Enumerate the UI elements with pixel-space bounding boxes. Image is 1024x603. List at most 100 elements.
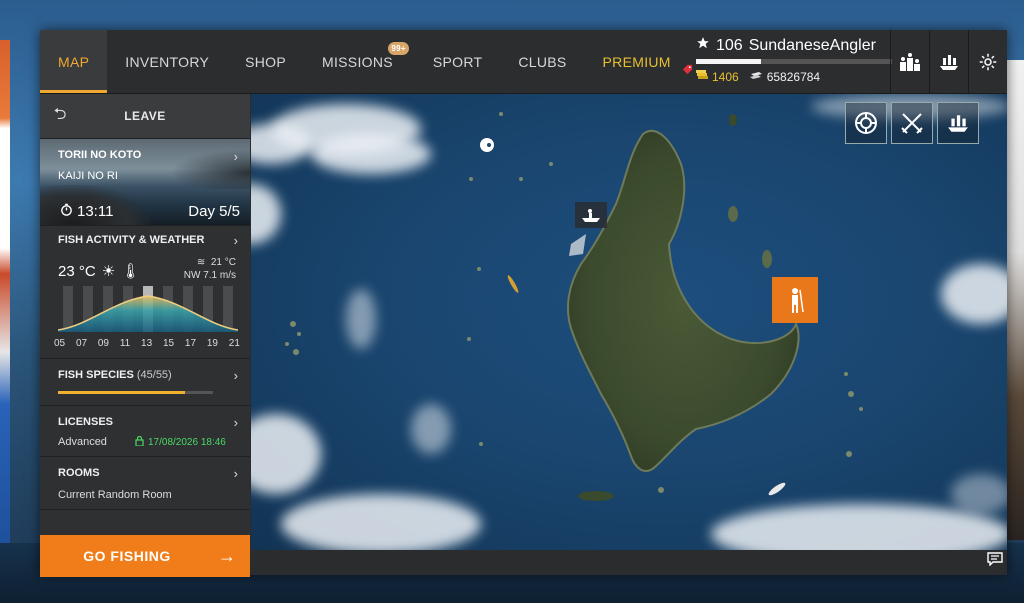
hour-label: 11 bbox=[119, 338, 131, 349]
tab-label: SPORT bbox=[432, 53, 483, 70]
location-sub: KAIJI NO RI bbox=[58, 170, 118, 182]
hour-column bbox=[223, 286, 233, 332]
stopwatch-icon bbox=[60, 203, 73, 220]
go-fishing-button[interactable]: GO FISHING → bbox=[40, 535, 250, 577]
sale-tag-icon bbox=[682, 64, 693, 78]
hour-label: 17 bbox=[184, 338, 197, 349]
location-image-shore bbox=[170, 149, 250, 189]
tab-map[interactable]: MAP bbox=[40, 30, 108, 93]
leave-button[interactable]: ⮌ LEAVE bbox=[40, 94, 250, 139]
licenses-title: LICENSES bbox=[58, 416, 114, 428]
location-name: TORII NO KOTO bbox=[58, 149, 142, 161]
license-expiry-value: 17/08/2026 18:46 bbox=[148, 437, 226, 448]
hour-label: 21 bbox=[228, 338, 240, 349]
hour-label: 15 bbox=[162, 338, 175, 349]
chevron-right-icon: › bbox=[233, 415, 238, 430]
location-time: 13:11 bbox=[60, 203, 113, 220]
gold-value: 1406 bbox=[712, 69, 739, 84]
chat-icon[interactable] bbox=[987, 552, 1003, 571]
chevron-right-icon: › bbox=[233, 368, 238, 383]
side-panel: ⮌ LEAVE TORII NO KOTO › KAIJI NO RI 13:1… bbox=[40, 94, 250, 577]
tab-premium[interactable]: PREMIUM bbox=[585, 30, 693, 93]
silver-balance: 65826784 bbox=[749, 70, 820, 84]
xp-bar-fill bbox=[696, 59, 761, 64]
fish-activity-chart bbox=[58, 286, 238, 332]
hour-label: 05 bbox=[54, 338, 66, 349]
water-temp-row: ≋ 21 °C bbox=[184, 256, 236, 269]
go-fishing-label: GO FISHING bbox=[83, 548, 171, 564]
crossed-swords-icon[interactable] bbox=[891, 102, 933, 144]
map-tools bbox=[845, 102, 979, 144]
player-name-row: 106 SundaneseAngler bbox=[696, 36, 896, 55]
air-temperature: 23 °C ☀ 🌡 bbox=[58, 262, 141, 281]
tab-shop[interactable]: SHOP bbox=[227, 30, 304, 93]
background-strip-right bbox=[1006, 60, 1024, 540]
wind-value: NW 7.1 m/s bbox=[183, 270, 236, 281]
silver-bars-icon bbox=[749, 70, 763, 84]
license-expiry: 17/08/2026 18:46 bbox=[135, 435, 226, 449]
player-info[interactable]: 106 SundaneseAngler 1406 65826784 bbox=[696, 36, 896, 88]
gold-coins-icon bbox=[696, 69, 708, 84]
license-type: Advanced bbox=[58, 436, 107, 448]
chevron-right-icon: › bbox=[233, 233, 238, 248]
location-marker[interactable] bbox=[479, 137, 495, 158]
licenses[interactable]: LICENSES › Advanced 17/08/2026 18:46 bbox=[40, 406, 250, 457]
player-level: 106 bbox=[716, 36, 743, 54]
angler-location-marker[interactable] bbox=[772, 277, 818, 323]
top-right-icons bbox=[890, 30, 1007, 93]
fish-activity-weather[interactable]: FISH ACTIVITY & WEATHER › 23 °C ☀ 🌡 ≋ 21… bbox=[40, 226, 250, 359]
world-map[interactable] bbox=[251, 94, 1007, 550]
hour-column bbox=[63, 286, 73, 332]
day-value: Day 5/5 bbox=[188, 203, 240, 220]
tab-label: INVENTORY bbox=[125, 53, 210, 70]
hour-labels: 05 07 09 11 13 15 17 19 21 bbox=[54, 338, 240, 349]
hour-label: 19 bbox=[206, 338, 218, 349]
top-bar: MAP INVENTORY SHOP MISSIONS 99+ SPORT CL… bbox=[40, 30, 1007, 94]
tab-missions[interactable]: MISSIONS 99+ bbox=[304, 30, 415, 93]
chevron-right-icon: › bbox=[233, 149, 238, 164]
island bbox=[285, 112, 863, 501]
tab-label: CLUBS bbox=[518, 53, 567, 70]
weather-title: FISH ACTIVITY & WEATHER bbox=[58, 234, 205, 246]
hour-label: 07 bbox=[75, 338, 88, 349]
missions-badge: 99+ bbox=[388, 42, 409, 55]
ship-icon[interactable] bbox=[937, 102, 979, 144]
tab-inventory[interactable]: INVENTORY bbox=[107, 30, 227, 93]
tab-sport[interactable]: SPORT bbox=[415, 30, 500, 93]
water-temp-value: 21 °C bbox=[210, 257, 236, 268]
species-title: FISH SPECIES bbox=[58, 369, 134, 381]
tab-clubs[interactable]: CLUBS bbox=[500, 30, 584, 93]
water-wind: ≋ 21 °C NW 7.1 m/s bbox=[184, 256, 236, 282]
silver-value: 65826784 bbox=[766, 69, 821, 84]
rooms[interactable]: ROOMS › Current Random Room bbox=[40, 457, 250, 510]
bottom-bar bbox=[251, 550, 1007, 575]
chevron-right-icon: › bbox=[233, 466, 238, 481]
thermometer-icon: 🌡 bbox=[121, 263, 141, 280]
time-value: 13:11 bbox=[77, 203, 114, 220]
boat-rental-marker[interactable] bbox=[575, 202, 607, 228]
tab-label: SHOP bbox=[245, 53, 287, 70]
lock-icon bbox=[135, 435, 144, 449]
ship-icon[interactable] bbox=[929, 30, 968, 93]
leave-label: LEAVE bbox=[124, 109, 166, 123]
rooms-title: ROOMS bbox=[58, 467, 100, 479]
currency-row: 1406 65826784 bbox=[696, 69, 896, 84]
air-temp-value: 23 °C bbox=[58, 262, 96, 280]
game-window: MAP INVENTORY SHOP MISSIONS 99+ SPORT CL… bbox=[40, 30, 1007, 577]
sun-icon: ☀ bbox=[101, 263, 116, 280]
xp-bar bbox=[696, 59, 892, 64]
gold-balance: 1406 bbox=[696, 69, 739, 84]
background-strip-left bbox=[0, 40, 10, 560]
hour-label: 13 bbox=[141, 338, 153, 349]
lifebuoy-icon[interactable] bbox=[845, 102, 887, 144]
tab-label: MISSIONS bbox=[322, 53, 393, 70]
hour-label: 09 bbox=[97, 338, 109, 349]
species-title-row: FISH SPECIES (45/55) bbox=[58, 369, 172, 381]
tab-label: MAP bbox=[58, 53, 90, 70]
location-card[interactable]: TORII NO KOTO › KAIJI NO RI 13:11 Day 5/… bbox=[40, 139, 250, 226]
leaderboard-icon[interactable] bbox=[890, 30, 929, 93]
arrow-right-icon: → bbox=[218, 545, 236, 566]
species-progress bbox=[58, 391, 213, 394]
settings-icon[interactable] bbox=[968, 30, 1007, 93]
fish-species[interactable]: FISH SPECIES (45/55) › bbox=[40, 359, 250, 406]
